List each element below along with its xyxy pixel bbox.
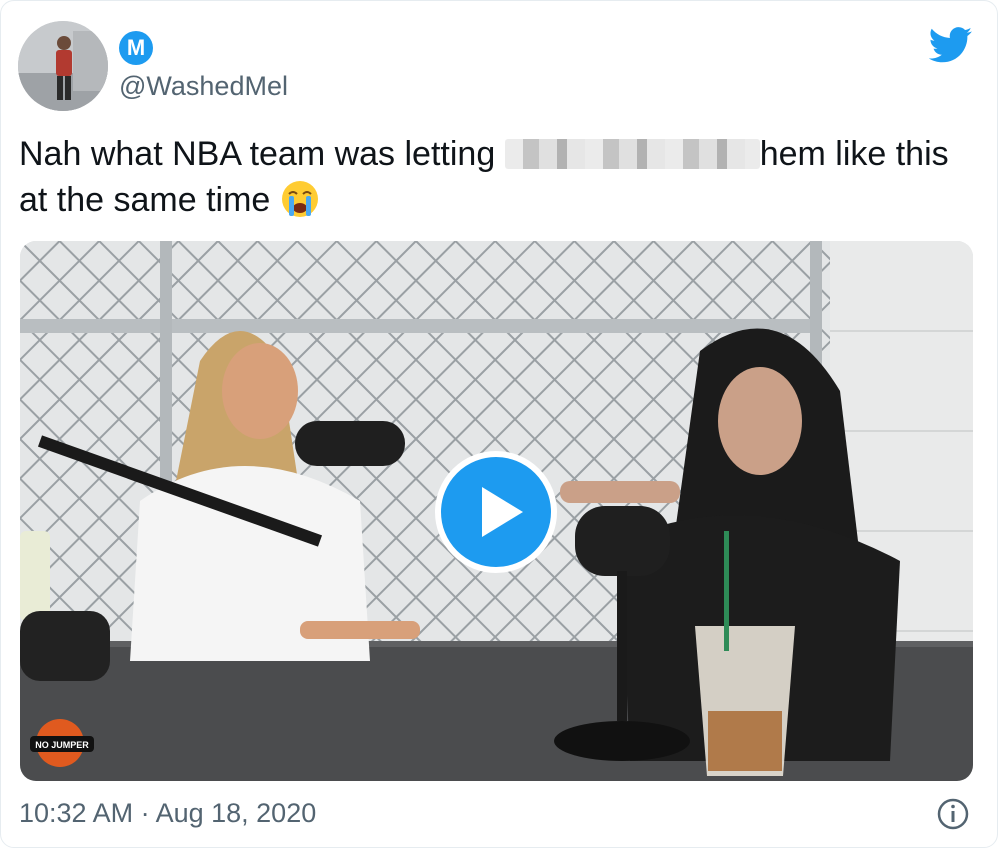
redacted-text-blur xyxy=(504,139,760,169)
twitter-bird-icon[interactable] xyxy=(929,27,973,63)
user-handle[interactable]: @WashedMel xyxy=(119,71,288,102)
watermark-text: NO JUMPER xyxy=(35,740,89,750)
crying-face-emoji-icon xyxy=(281,181,318,217)
tweet-text: Nah what NBA team was letting hem like t… xyxy=(19,131,979,223)
tweet-text-part-1: Nah what NBA team was letting xyxy=(19,135,505,173)
avatar[interactable] xyxy=(18,21,108,111)
tweet-timestamp[interactable]: 10:32 AM · Aug 18, 2020 xyxy=(19,798,316,829)
verified-badge-icon: M xyxy=(119,31,153,65)
avatar-image xyxy=(18,21,108,111)
play-icon[interactable] xyxy=(435,451,557,573)
tweet-card: M @WashedMel Nah what NBA team was letti… xyxy=(0,0,998,848)
info-icon[interactable] xyxy=(936,797,970,831)
